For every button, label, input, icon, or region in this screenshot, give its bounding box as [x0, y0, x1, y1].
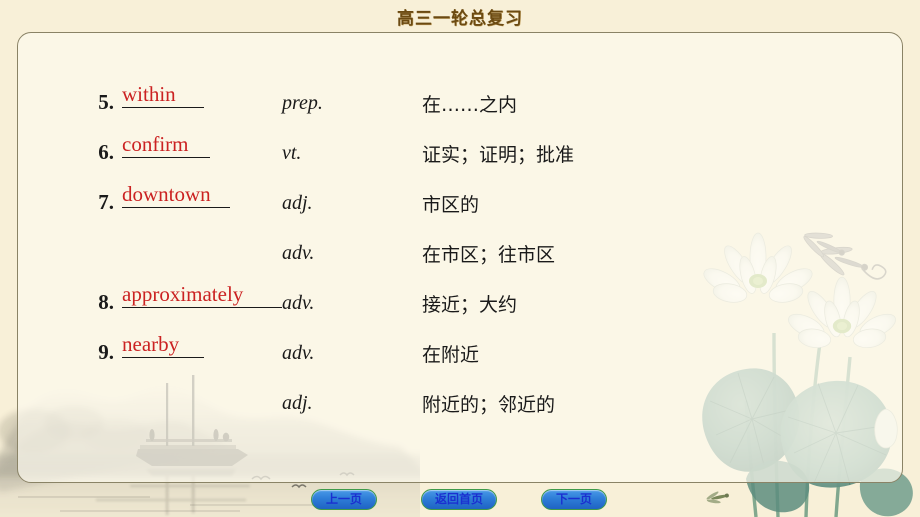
chinese-meaning: 在市区；往市区 — [422, 244, 556, 266]
vocabulary-list: 5. within prep. 在……之内 6. confirm vt. 证实；… — [60, 78, 760, 428]
home-page-button[interactable]: 返回首页 — [421, 489, 497, 510]
row-number: 5. — [98, 90, 114, 114]
table-row: 5. within prep. 在……之内 — [60, 78, 760, 128]
chinese-meaning: 接近；大约 — [422, 294, 518, 316]
chinese-meaning: 证实；证明；批准 — [422, 144, 575, 166]
part-of-speech: prep. — [282, 92, 323, 114]
answer-blank: confirm — [122, 133, 210, 173]
answer-underline — [122, 107, 204, 109]
next-page-button[interactable]: 下一页 — [541, 489, 607, 510]
answer-underline — [122, 157, 210, 159]
chinese-meaning: 在附近 — [422, 344, 480, 366]
answer-underline — [122, 357, 204, 359]
part-of-speech: adv. — [282, 342, 315, 364]
answer-word: confirm — [122, 132, 189, 156]
answer-blank: approximately — [122, 283, 282, 323]
table-row: 9. nearby adv. 在附近 — [60, 328, 760, 378]
chinese-meaning: 市区的 — [422, 194, 480, 216]
table-row: 6. confirm vt. 证实；证明；批准 — [60, 128, 760, 178]
table-row: 7. downtown adj. 市区的 — [60, 178, 760, 228]
page-title: 高三一轮总复习 — [397, 9, 523, 29]
answer-word: downtown — [122, 182, 211, 206]
answer-underline — [122, 207, 230, 209]
navigation-bar: 上一页 返回首页 下一页 — [0, 489, 920, 515]
answer-blank: downtown — [122, 183, 230, 223]
answer-word: nearby — [122, 332, 180, 356]
answer-word: approximately — [122, 282, 244, 306]
part-of-speech: vt. — [282, 142, 302, 164]
answer-underline — [122, 307, 282, 309]
part-of-speech: adv. — [282, 242, 315, 264]
row-number: 7. — [98, 190, 114, 214]
row-number: 8. — [98, 290, 114, 314]
row-number: 9. — [98, 340, 114, 364]
table-row: adj. 附近的；邻近的 — [60, 378, 760, 428]
answer-blank: within — [122, 83, 204, 123]
part-of-speech: adj. — [282, 192, 313, 214]
part-of-speech: adv. — [282, 292, 315, 314]
answer-word: within — [122, 82, 176, 106]
chinese-meaning: 在……之内 — [422, 94, 518, 116]
part-of-speech: adj. — [282, 392, 313, 414]
table-row: adv. 在市区；往市区 — [60, 228, 760, 278]
answer-blank: nearby — [122, 333, 204, 373]
chinese-meaning: 附近的；邻近的 — [422, 394, 556, 416]
previous-page-button[interactable]: 上一页 — [311, 489, 377, 510]
slide-canvas: 高三一轮总复习 5. within prep. 在……之内 6. confirm… — [0, 0, 920, 517]
row-number: 6. — [98, 140, 114, 164]
table-row: 8. approximately adv. 接近；大约 — [60, 278, 760, 328]
